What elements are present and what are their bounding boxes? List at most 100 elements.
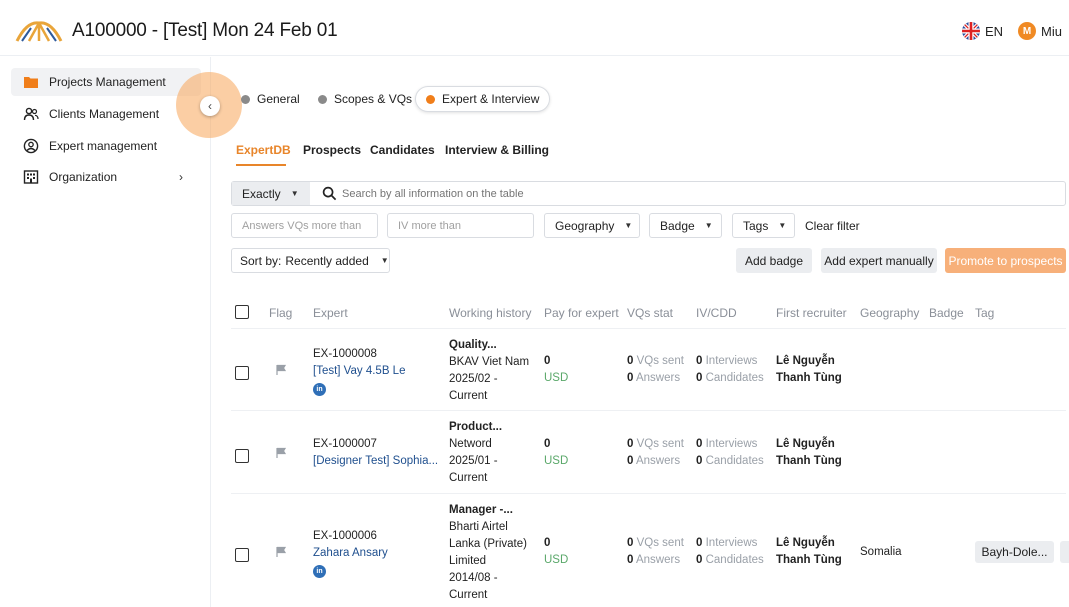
clear-filter-button[interactable]: Clear filter: [805, 219, 860, 233]
working-history-cell: Product... Netword 2025/01 - Current: [449, 419, 502, 487]
tag-chip[interactable]: [1060, 541, 1069, 563]
tab-interview-billing[interactable]: Interview & Billing: [445, 143, 549, 157]
column-header: VQs stat: [627, 306, 674, 320]
pay-amount: 0: [544, 438, 551, 450]
expert-name-link[interactable]: Zahara Ansary: [313, 545, 388, 562]
history-period: 2025/02 -: [449, 373, 498, 385]
pay-amount: 0: [544, 537, 551, 549]
add-expert-button[interactable]: Add expert manually: [821, 248, 937, 273]
working-history-cell: Manager -... Bharti Airtel Lanka (Privat…: [449, 502, 527, 604]
step-label: Expert & Interview: [442, 92, 540, 106]
vqs-stat-cell: 0 VQs sent 0 Answers: [627, 535, 684, 569]
step-label: Scopes & VQs: [334, 92, 413, 106]
expert-name-link[interactable]: [Designer Test] Sophia...: [313, 453, 438, 470]
history-period: Current: [449, 390, 488, 402]
user-name: Miu: [1041, 23, 1062, 39]
filter-label: Badge: [660, 218, 695, 233]
history-period: 2025/01 -: [449, 455, 498, 467]
tab-expertdb[interactable]: ExpertDB: [236, 143, 291, 157]
recruiter-cell: Lê Nguyễn Thanh Tùng: [776, 535, 842, 569]
expert-cell: EX-1000007 [Designer Test] Sophia...: [313, 436, 438, 470]
recruiter-name: Thanh Tùng: [776, 372, 842, 384]
select-all-checkbox[interactable]: [235, 305, 249, 319]
language-switcher[interactable]: EN: [962, 22, 1003, 40]
flag-icon[interactable]: [275, 546, 287, 558]
iv-more-than-input[interactable]: IV more than: [387, 213, 534, 238]
history-company: BKAV Viet Nam: [449, 356, 530, 368]
interviews-label: Interviews: [705, 537, 758, 549]
sidebar-item-organization[interactable]: Organization ›: [11, 163, 201, 191]
history-period: Current: [449, 472, 488, 484]
promote-prospects-button[interactable]: Promote to prospects: [945, 248, 1066, 273]
candidates-label: Candidates: [705, 372, 764, 384]
tab-candidates[interactable]: Candidates: [370, 143, 435, 157]
project-title: A100000 - [Test] Mon 24 Feb 01: [72, 20, 338, 41]
step-expert-interview[interactable]: Expert & Interview: [415, 86, 551, 112]
sidebar-item-clients[interactable]: Clients Management: [11, 100, 201, 128]
collapse-sidebar-button[interactable]: ‹: [200, 96, 220, 116]
interviews-count: 0: [696, 537, 703, 549]
recruiter-name: Thanh Tùng: [776, 554, 842, 566]
caret-down-icon: ▼: [624, 221, 633, 230]
step-scopes[interactable]: Scopes & VQs: [318, 86, 412, 112]
sidebar-item-projects[interactable]: Projects Management: [11, 68, 201, 96]
recruiter-cell: Lê Nguyễn Thanh Tùng: [776, 353, 842, 387]
chevron-left-icon: ‹: [208, 99, 212, 113]
interviews-count: 0: [696, 355, 703, 367]
sort-value: Recently added: [285, 253, 369, 268]
company-logo-icon: [15, 21, 63, 42]
pay-cell: 0 USD: [544, 436, 568, 470]
caret-down-icon: ▼: [778, 221, 787, 230]
candidates-label: Candidates: [705, 554, 764, 566]
vqs-sent-label: VQs sent: [636, 438, 684, 450]
row-checkbox[interactable]: [235, 366, 249, 380]
flag-icon[interactable]: [275, 364, 287, 376]
chevron-right-icon: ›: [179, 170, 183, 184]
step-general[interactable]: General: [241, 86, 300, 112]
row-checkbox[interactable]: [235, 548, 249, 562]
sidebar-item-label: Projects Management: [49, 75, 166, 89]
sidebar: Projects Management Clients Management E…: [0, 57, 211, 607]
answers-vqs-input[interactable]: Answers VQs more than: [231, 213, 378, 238]
search-bar: Exactly ▼: [231, 181, 1066, 206]
tab-prospects[interactable]: Prospects: [303, 143, 361, 157]
vqs-sent-count: 0: [627, 438, 634, 450]
uk-flag-icon: [962, 22, 980, 40]
users-icon: [23, 107, 39, 121]
row-checkbox[interactable]: [235, 449, 249, 463]
vqs-sent-count: 0: [627, 537, 634, 549]
search-input[interactable]: [342, 184, 1042, 203]
user-menu[interactable]: M Miu: [1018, 22, 1062, 40]
add-badge-button[interactable]: Add badge: [736, 248, 812, 273]
status-dot-icon: [241, 94, 250, 104]
expert-name-link[interactable]: [Test] Vay 4.5B Le: [313, 363, 405, 380]
row-divider: [231, 410, 1066, 411]
column-header: Pay for expert: [544, 306, 619, 320]
filter-label: Tags: [743, 218, 769, 233]
match-mode-select[interactable]: Exactly ▼: [232, 182, 310, 205]
badge-filter[interactable]: Badge ▼: [649, 213, 722, 238]
pay-currency: USD: [544, 372, 569, 384]
status-dot-icon: [318, 94, 327, 104]
flag-icon[interactable]: [275, 447, 287, 459]
sort-select[interactable]: Sort by: Recently added ▼: [231, 248, 390, 273]
geography-filter[interactable]: Geography ▼: [544, 213, 640, 238]
sidebar-item-experts[interactable]: Expert management: [11, 132, 201, 160]
column-header: Working history: [449, 306, 532, 320]
pay-amount: 0: [544, 355, 551, 367]
linkedin-icon[interactable]: in: [313, 383, 326, 396]
tags-filter[interactable]: Tags ▼: [732, 213, 795, 238]
linkedin-icon[interactable]: in: [313, 565, 326, 578]
vqs-sent-label: VQs sent: [636, 355, 684, 367]
expert-id: EX-1000007: [313, 438, 377, 450]
tag-chip[interactable]: Bayh-Dole...: [975, 541, 1054, 563]
recruiter-name: Thanh Tùng: [776, 455, 842, 467]
answers-label: Answers: [635, 554, 681, 566]
column-header: Flag: [269, 306, 293, 320]
row-divider: [231, 493, 1066, 494]
history-company: Netword: [449, 438, 492, 450]
recruiter-name: Lê Nguyễn: [776, 537, 835, 549]
history-company: Lanka (Private): [449, 538, 527, 550]
pay-cell: 0 USD: [544, 353, 568, 387]
column-header: First recruiter: [776, 306, 847, 320]
